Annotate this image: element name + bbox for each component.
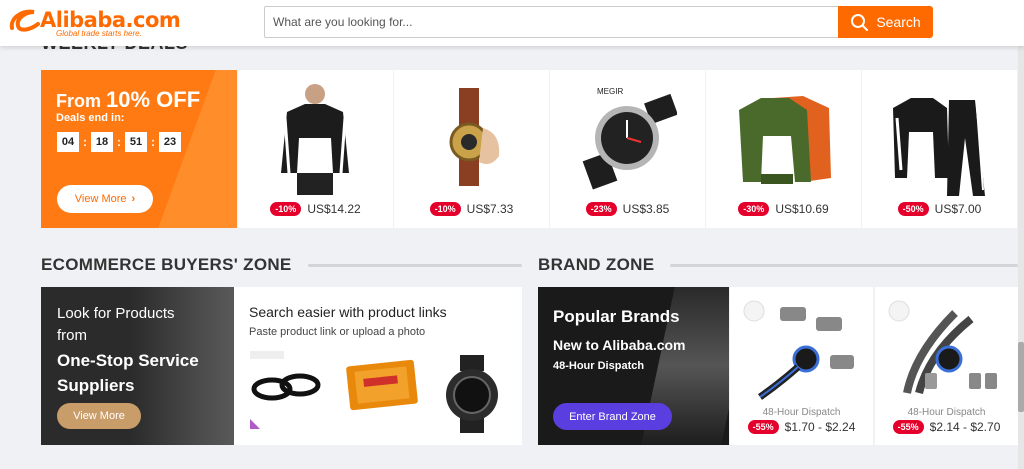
discount-badge: -50% [897,202,929,216]
lighter-watch-image [449,88,500,186]
magnetic-cable-image [888,300,997,395]
search-button-label: Search [876,14,921,30]
deals-headline: From 10% OFF [56,87,200,113]
discount-badge: -10% [270,202,302,216]
deals-end-label: Deals end in: [56,112,125,124]
dispatch-label: 48-Hour Dispatch [762,407,841,418]
countdown-separator: : [151,135,155,149]
buyers-zone-title: ECOMMERCE BUYERS' ZONE [41,255,292,274]
deal-price: US$14.22 [307,202,361,216]
deal-price-row: -23% US$3.85 [550,202,705,216]
deal-price-row: -50% US$7.00 [862,202,1017,216]
deal-price: US$7.33 [466,202,514,216]
countdown-separator: : [83,135,87,149]
discount-badge: -30% [738,202,770,216]
brand-banner-title: Popular Brands [553,307,680,326]
deal-price: US$7.00 [934,202,982,216]
scrollbar-thumb[interactable] [1018,342,1024,412]
brand-zone-banner[interactable]: Popular Brands New to Alibaba.com 48-Hou… [538,287,729,445]
buyers-zone-banner[interactable]: Look for Products from One-Stop Service … [41,287,234,445]
countdown-days: 04 [57,132,79,152]
top-header: Alibaba.com Global trade starts here. Se… [0,0,1024,46]
banner-line-1: Look for Products [57,305,175,322]
search-links-card[interactable]: Search easier with product links Paste p… [234,287,522,445]
title-divider [670,264,1018,267]
svg-text:MEGIR: MEGIR [597,87,623,96]
search-field[interactable] [264,6,838,38]
buyers-view-more-button[interactable]: View More [57,403,141,429]
deal-card[interactable]: -30% US$10.69 [706,70,861,228]
countdown-minutes: 51 [125,132,147,152]
track-jacket-image [281,84,349,195]
brand-price: $2.14 - $2.70 [929,420,1001,434]
brand-price: $1.70 - $2.24 [784,420,856,434]
countdown-seconds: 23 [159,132,181,152]
from-label: From [56,91,101,111]
search-icon [851,14,869,31]
view-more-label: View More [74,193,127,205]
corner-tag-icon [250,419,260,429]
banner-line-2: from [57,327,87,344]
deal-card[interactable]: MEGIR -23% US$3.85 [550,70,705,228]
bomber-jacket-image [739,96,831,184]
discount-badge: -10% [429,202,461,216]
smart-band-image [250,351,321,401]
weekly-deals-banner[interactable]: From 10% OFF Deals end in: 04 : 18 : 51 … [41,70,237,228]
title-divider [308,264,522,267]
wristwatch-image: MEGIR [582,87,677,190]
search-button[interactable]: Search [838,6,933,38]
search-input[interactable] [265,7,838,37]
banner-line-4: Suppliers [57,376,135,395]
brand-price-row: -55% $1.70 - $2.24 [730,420,873,434]
deal-price-row: -10% US$14.22 [238,202,393,216]
brand-banner-dispatch: 48-Hour Dispatch [553,360,645,372]
banner-line-3: One-Stop Service [57,351,199,370]
countdown-hours: 18 [91,132,113,152]
brand-banner-subtitle: New to Alibaba.com [553,337,686,353]
chevron-right-icon: › [131,193,136,205]
countdown-separator: : [117,135,121,149]
logo-tagline: Global trade starts here. [56,29,142,38]
enter-brand-zone-button[interactable]: Enter Brand Zone [553,403,672,430]
view-more-button[interactable]: View More › [57,185,153,213]
deal-price-row: -10% US$7.33 [394,202,549,216]
brand-price-row: -55% $2.14 - $2.70 [875,420,1018,434]
discount-badge: -55% [747,420,779,434]
deal-card[interactable]: -50% US$7.00 [862,70,1017,228]
discount-badge: -55% [892,420,924,434]
deal-card[interactable]: -10% US$14.22 [238,70,393,228]
deal-price-row: -30% US$10.69 [706,202,861,216]
brand-product-card[interactable]: 48-Hour Dispatch -55% $1.70 - $2.24 [730,287,873,445]
deal-card[interactable]: -10% US$7.33 [394,70,549,228]
brand-product-card[interactable]: 48-Hour Dispatch -55% $2.14 - $2.70 [875,287,1018,445]
dispatch-label: 48-Hour Dispatch [907,407,986,418]
magnetic-cable-image [743,300,854,400]
search-links-heading: Search easier with product links [249,304,447,320]
discount-label: 10% OFF [106,87,201,112]
video-player-image [346,359,418,411]
alibaba-logo[interactable]: Alibaba.com Global trade starts here. [8,6,181,40]
discount-badge: -23% [585,202,617,216]
search-links-subtext: Paste product link or upload a photo [249,326,426,338]
deal-price: US$10.69 [775,202,829,216]
tracksuit-image [893,98,985,196]
sport-watch-image [446,355,498,433]
countdown-timer: 04 : 18 : 51 : 23 [57,132,181,152]
brand-zone-title: BRAND ZONE [538,255,655,274]
deal-price: US$3.85 [622,202,670,216]
